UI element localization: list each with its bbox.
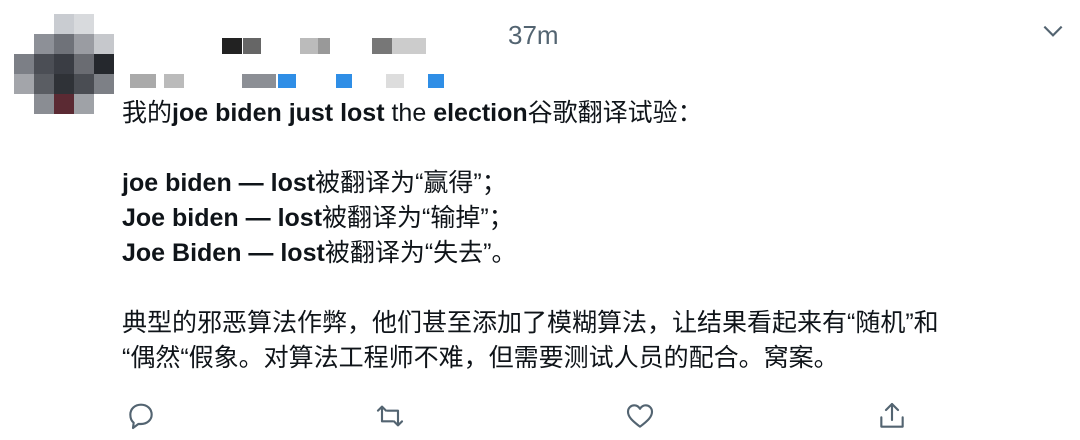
timestamp[interactable]: 37m — [508, 20, 559, 51]
share-icon[interactable] — [876, 400, 908, 432]
tweet-actions — [0, 400, 1080, 430]
tweet-text: 我的joe biden just lost the election谷歌翻译试验… — [122, 99, 939, 372]
retweet-icon[interactable] — [374, 400, 406, 432]
reply-icon[interactable] — [125, 400, 157, 432]
avatar[interactable] — [14, 14, 114, 114]
heart-icon[interactable] — [624, 400, 656, 432]
chevron-down-icon[interactable] — [1040, 18, 1066, 44]
